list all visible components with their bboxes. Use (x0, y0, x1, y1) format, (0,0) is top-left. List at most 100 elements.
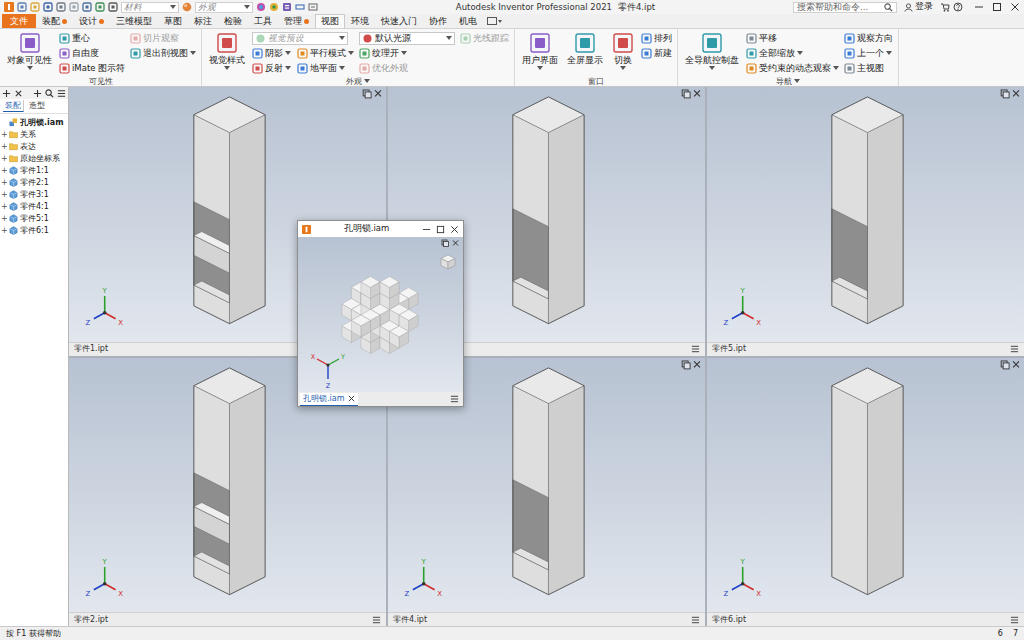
select-icon[interactable] (95, 2, 105, 12)
ribbon-tab[interactable]: 文件 (2, 14, 36, 28)
measure-icon[interactable] (295, 2, 305, 12)
menu-icon[interactable] (691, 345, 700, 353)
viewport-close-icon[interactable] (694, 90, 700, 96)
large-command-button[interactable]: 切换 (610, 31, 636, 71)
command-button[interactable]: 阴影 (252, 47, 291, 59)
minimize-icon[interactable] (422, 225, 431, 234)
clear-appearance-icon[interactable] (256, 2, 266, 12)
document-tab[interactable]: 零件5.ipt (712, 343, 746, 355)
tree-item[interactable]: +零件3:1 (0, 188, 68, 200)
help-icon[interactable] (953, 2, 963, 12)
close-icon[interactable] (348, 395, 355, 402)
ribbon-tab[interactable]: 设计 (73, 14, 110, 28)
close-icon[interactable] (1010, 2, 1020, 12)
open-icon[interactable] (30, 2, 40, 12)
tree-expander[interactable]: + (1, 214, 7, 223)
minimize-icon[interactable] (974, 2, 984, 12)
menu-icon[interactable] (1010, 345, 1019, 353)
document-tab[interactable]: 孔明锁.iam (300, 393, 358, 406)
graphics-canvas[interactable]: YZX (707, 358, 1024, 613)
viewport[interactable]: YZX零件5.ipt (707, 87, 1024, 356)
command-select[interactable]: 视觉预设 (252, 32, 348, 45)
command-button[interactable]: 全部缩放 (746, 47, 803, 59)
viewport-close-icon[interactable] (375, 90, 381, 96)
assembly-window[interactable]: 孔明锁.iamXYZ孔明锁.iam (297, 220, 464, 407)
command-button[interactable]: 新建 (641, 47, 672, 59)
large-command-button[interactable]: 视觉样式 (207, 31, 247, 71)
add-icon[interactable] (33, 89, 42, 98)
command-button[interactable]: 反射 (252, 62, 291, 74)
login-button[interactable]: 登录 (904, 1, 933, 13)
tree-item[interactable]: +零件1:1 (0, 164, 68, 176)
panel-options-icon[interactable] (487, 16, 503, 26)
undo-icon[interactable] (56, 2, 66, 12)
document-tab[interactable]: 零件6.ipt (712, 614, 746, 626)
tree-expander[interactable]: + (1, 142, 7, 151)
menu-icon[interactable] (372, 616, 381, 624)
inventor-logo-icon[interactable] (4, 2, 14, 12)
maximize-icon[interactable] (436, 225, 445, 234)
adjust-appearance-icon[interactable] (269, 2, 279, 12)
viewport-close-icon[interactable] (1013, 361, 1019, 367)
new-icon[interactable] (17, 2, 27, 12)
menu-icon[interactable] (691, 616, 700, 624)
viewport-restore-icon[interactable] (682, 90, 690, 98)
close-icon[interactable] (14, 89, 23, 98)
command-button[interactable]: 主视图 (844, 62, 884, 74)
ribbon-tab[interactable]: 视图 (315, 14, 345, 28)
command-button[interactable]: iMate 图示符 (59, 62, 125, 74)
ribbon-tab[interactable]: 工具 (248, 14, 278, 28)
command-button[interactable]: 自由度 (59, 47, 99, 59)
add-icon[interactable] (2, 89, 11, 98)
parameters-icon[interactable] (282, 2, 292, 12)
search-icon[interactable] (45, 89, 54, 98)
close-icon[interactable] (450, 225, 459, 234)
assembly-canvas[interactable]: XYZ (298, 237, 463, 392)
tree-item[interactable]: +零件2:1 (0, 176, 68, 188)
viewport-close-icon[interactable] (694, 361, 700, 367)
ribbon-tab[interactable]: 机电 (453, 14, 483, 28)
view-cube-icon[interactable] (441, 255, 455, 269)
large-command-button[interactable]: 对象可见性 (5, 31, 54, 71)
save-icon[interactable] (43, 2, 53, 12)
ribbon-tab[interactable]: 检验 (218, 14, 248, 28)
browser-tab[interactable]: 造型 (27, 100, 47, 112)
command-select[interactable]: 默认光源 (359, 32, 455, 45)
part-model[interactable]: YZX (707, 87, 1024, 342)
viewport-restore-icon[interactable] (682, 360, 690, 368)
command-button[interactable]: 观察方向 (844, 32, 893, 44)
viewport-restore-icon[interactable] (1001, 360, 1009, 368)
command-button[interactable]: 光线跟踪 (460, 32, 509, 44)
ribbon-tab[interactable]: 标注 (188, 14, 218, 28)
document-tab[interactable]: 零件4.ipt (393, 614, 427, 626)
command-button[interactable]: 纹理开 (359, 47, 407, 59)
redo-icon[interactable] (69, 2, 79, 12)
command-button[interactable]: 平行模式 (297, 47, 354, 59)
appearance-select[interactable]: 外观 (195, 2, 253, 13)
command-button[interactable]: 受约束的动态观察 (746, 62, 839, 74)
command-button[interactable]: 重心 (59, 32, 90, 44)
home-icon[interactable] (82, 2, 92, 12)
viewport-close-icon[interactable] (1013, 90, 1019, 96)
ribbon-tab[interactable]: 协作 (423, 14, 453, 28)
tree-item[interactable]: +原始坐标系 (0, 152, 68, 164)
viewport[interactable]: YZX零件6.ipt (707, 358, 1024, 627)
material-select[interactable]: 材料 (121, 2, 179, 13)
update-icon[interactable] (108, 2, 118, 12)
command-button[interactable]: 切片观察 (130, 32, 179, 44)
ribbon-tab[interactable]: 快速入门 (375, 14, 423, 28)
tree-item[interactable]: +表达 (0, 140, 68, 152)
viewport-restore-icon[interactable] (442, 240, 449, 247)
ribbon-tab[interactable]: 装配 (36, 14, 73, 28)
command-button[interactable]: 平移 (746, 32, 777, 44)
ribbon-tab[interactable]: 草图 (158, 14, 188, 28)
command-button[interactable]: 排列 (641, 32, 672, 44)
command-button[interactable]: 上一个 (844, 47, 892, 59)
tree-expander[interactable]: + (1, 154, 7, 163)
tree-expander[interactable]: + (1, 190, 7, 199)
assembly-window-titlebar[interactable]: 孔明锁.iam (298, 221, 463, 237)
maximize-icon[interactable] (992, 2, 1002, 12)
viewport-restore-icon[interactable] (1001, 90, 1009, 98)
document-tab[interactable]: 零件2.ipt (74, 614, 108, 626)
large-command-button[interactable]: 全屏显示 (565, 31, 605, 66)
